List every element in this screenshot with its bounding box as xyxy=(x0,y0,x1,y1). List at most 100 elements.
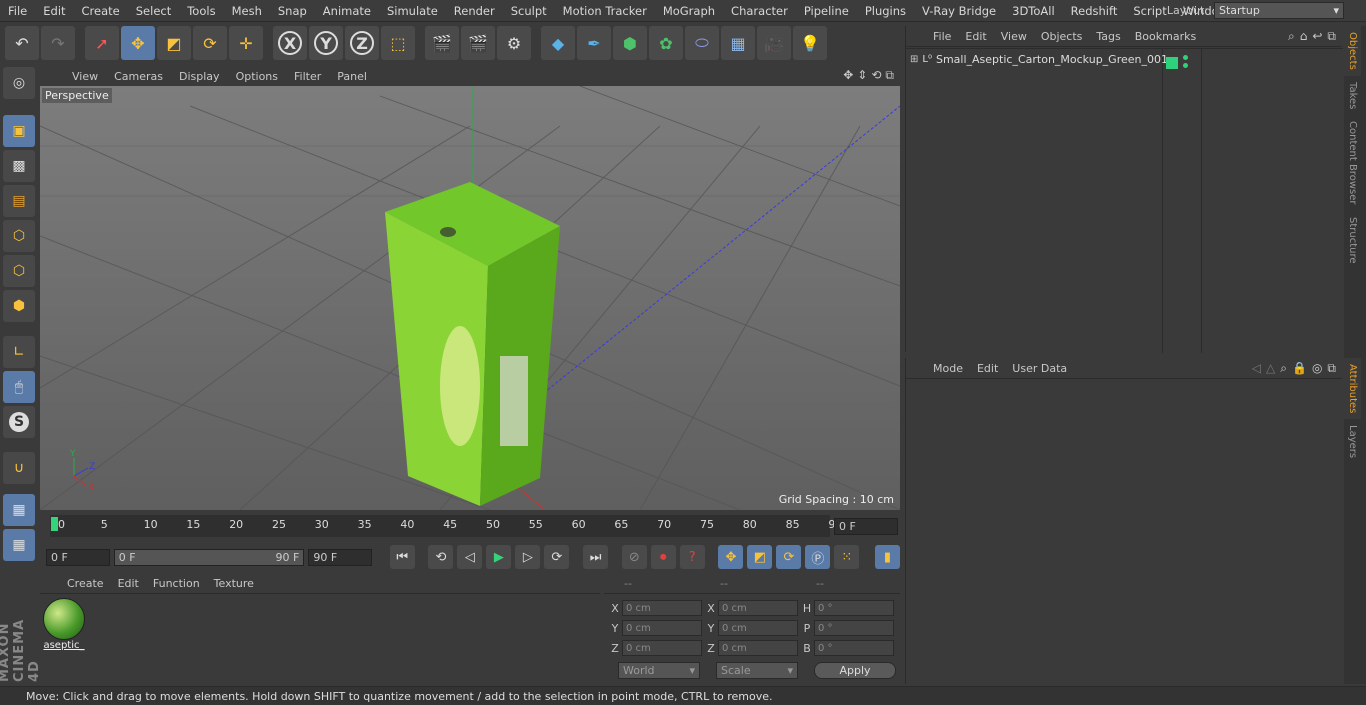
coord-size-field[interactable]: 0 cm xyxy=(718,640,798,656)
locked-workplane-button[interactable]: ▦ xyxy=(3,529,35,561)
arrow-left-icon[interactable]: ◁ xyxy=(1252,361,1261,376)
coord-rotation-field[interactable]: 0 ° xyxy=(814,640,894,656)
viewport-menu-cameras[interactable]: Cameras xyxy=(106,70,171,83)
dolly-icon[interactable]: ⇕ xyxy=(857,68,867,83)
points-mode-button[interactable]: ⬡ xyxy=(3,220,35,252)
viewport-menu-panel[interactable]: Panel xyxy=(329,70,375,83)
object-menu-bookmarks[interactable]: Bookmarks xyxy=(1128,30,1203,43)
object-menu-file[interactable]: File xyxy=(926,30,958,43)
render-settings-button[interactable]: ⚙ xyxy=(497,26,531,60)
autokey-button[interactable]: ⏺ xyxy=(650,545,676,569)
coord-size-field[interactable]: 0 cm xyxy=(718,620,798,636)
floor-button[interactable]: ▦ xyxy=(721,26,755,60)
coord-mode-dropdown[interactable]: World ▾ xyxy=(618,662,700,679)
new-window-icon[interactable]: ⧉ xyxy=(1327,361,1336,376)
make-editable-button[interactable]: ◎ xyxy=(3,67,35,99)
render-visibility-icon[interactable] xyxy=(1183,63,1188,68)
expand-icon[interactable]: ⊞ xyxy=(910,54,918,65)
orbit-icon[interactable]: ⟲ xyxy=(871,68,881,83)
object-row[interactable]: ⊞ L⁰ Small_Aseptic_Carton_Mockup_Green_0… xyxy=(910,53,1168,66)
playhead[interactable] xyxy=(51,517,58,531)
pan-icon[interactable]: ✥ xyxy=(843,68,853,83)
key-pla-button[interactable]: ⁙ xyxy=(834,545,860,569)
x-axis-button[interactable]: X xyxy=(273,26,307,60)
visibility-dots[interactable] xyxy=(1166,57,1178,69)
pen-button[interactable]: ✒ xyxy=(577,26,611,60)
workplane-mode-button[interactable]: ▤ xyxy=(3,185,35,217)
subdivision-button[interactable]: ⬢ xyxy=(613,26,647,60)
key-scale-button[interactable]: ◩ xyxy=(747,545,773,569)
coord-position-field[interactable]: 0 cm xyxy=(622,640,702,656)
redo-button[interactable]: ↷ xyxy=(41,26,75,60)
menu-create[interactable]: Create xyxy=(74,4,128,18)
timeline[interactable]: 051015202530354045505560657075808590 0 F xyxy=(40,512,900,542)
new-window-icon[interactable]: ⧉ xyxy=(1327,29,1336,44)
frame-range-slider[interactable]: 0 F 90 F xyxy=(113,548,305,566)
editor-visibility-icon[interactable] xyxy=(1183,55,1188,60)
scale-tool-button[interactable]: ◩ xyxy=(157,26,191,60)
back-icon[interactable]: ↩ xyxy=(1312,29,1322,44)
menu-3dtoall[interactable]: 3DToAll xyxy=(1004,4,1063,18)
menu-plugins[interactable]: Plugins xyxy=(857,4,914,18)
side-tab-content-browser[interactable]: Content Browser xyxy=(1344,115,1361,210)
prev-frame-button[interactable]: ◁ xyxy=(457,545,483,569)
arrow-up-icon[interactable]: △ xyxy=(1266,361,1275,376)
menu-file[interactable]: File xyxy=(0,4,35,18)
coord-rotation-field[interactable]: 0 ° xyxy=(814,600,894,616)
menu-mesh[interactable]: Mesh xyxy=(224,4,270,18)
next-frame-button[interactable]: ▷ xyxy=(515,545,541,569)
menu-mograph[interactable]: MoGraph xyxy=(655,4,723,18)
axis-mode-button[interactable]: ∟ xyxy=(3,336,35,368)
coord-position-field[interactable]: 0 cm xyxy=(622,620,702,636)
attribute-menu-user-data[interactable]: User Data xyxy=(1005,362,1074,375)
side-tab-objects[interactable]: Objects xyxy=(1344,26,1361,76)
magnet-button[interactable]: ∪ xyxy=(3,452,35,484)
object-menu-objects[interactable]: Objects xyxy=(1034,30,1090,43)
render-picture-viewer-button[interactable]: 🎬 xyxy=(461,26,495,60)
coordinate-system-button[interactable]: ⬚ xyxy=(381,26,415,60)
rotate-tool-button[interactable]: ⟳ xyxy=(193,26,227,60)
snap-button[interactable]: S xyxy=(3,406,35,438)
3d-viewport[interactable]: Y Z X Perspective Grid Spacing : 10 cm xyxy=(40,86,900,510)
timeline-window-button[interactable]: ▮ xyxy=(875,545,900,569)
object-menu-tags[interactable]: Tags xyxy=(1089,30,1127,43)
search-icon[interactable]: ⌕ xyxy=(1280,361,1287,376)
side-tab-layers[interactable]: Layers xyxy=(1344,419,1361,464)
viewport-menu-filter[interactable]: Filter xyxy=(286,70,329,83)
menu-v-ray-bridge[interactable]: V-Ray Bridge xyxy=(914,4,1004,18)
target-icon[interactable]: ◎ xyxy=(1312,361,1322,376)
object-menu-view[interactable]: View xyxy=(994,30,1034,43)
transform-tool-button[interactable]: ✛ xyxy=(229,26,263,60)
menu-tools[interactable]: Tools xyxy=(179,4,223,18)
workplane-lock-button[interactable]: ▦ xyxy=(3,494,35,526)
material-menu-create[interactable]: Create xyxy=(60,577,111,590)
coord-size-field[interactable]: 0 cm xyxy=(718,600,798,616)
prev-key-button[interactable]: ⟲ xyxy=(428,545,454,569)
side-tab-takes[interactable]: Takes xyxy=(1344,76,1361,115)
viewport-label[interactable]: Perspective xyxy=(42,88,112,103)
menu-pipeline[interactable]: Pipeline xyxy=(796,4,857,18)
end-frame-field[interactable]: 90 F xyxy=(308,548,373,566)
home-icon[interactable]: ⌂ xyxy=(1300,29,1308,44)
select-tool-button[interactable]: ➚ xyxy=(85,26,119,60)
record-keys-button[interactable]: ⊘ xyxy=(621,545,647,569)
coord-rotation-field[interactable]: 0 ° xyxy=(814,620,894,636)
menu-motion-tracker[interactable]: Motion Tracker xyxy=(555,4,655,18)
material-item[interactable]: aseptic_ xyxy=(42,598,86,651)
menu-character[interactable]: Character xyxy=(723,4,796,18)
menu-edit[interactable]: Edit xyxy=(35,4,73,18)
next-key-button[interactable]: ⟳ xyxy=(544,545,570,569)
coord-scale-dropdown[interactable]: Scale ▾ xyxy=(716,662,798,679)
material-menu-texture[interactable]: Texture xyxy=(207,577,261,590)
polygons-mode-button[interactable]: ⬢ xyxy=(3,290,35,322)
start-frame-field[interactable]: 0 F xyxy=(46,548,110,566)
current-frame-field[interactable]: 0 F xyxy=(834,518,898,535)
keyframe-selection-button[interactable]: ? xyxy=(679,545,705,569)
menu-snap[interactable]: Snap xyxy=(270,4,315,18)
lock-icon[interactable]: 🔒 xyxy=(1292,361,1307,376)
material-menu-edit[interactable]: Edit xyxy=(111,577,146,590)
camera-button[interactable]: 🎥 xyxy=(757,26,791,60)
menu-redshift[interactable]: Redshift xyxy=(1063,4,1126,18)
model-mode-button[interactable]: ▣ xyxy=(3,115,35,147)
carton-model[interactable] xyxy=(385,182,560,506)
